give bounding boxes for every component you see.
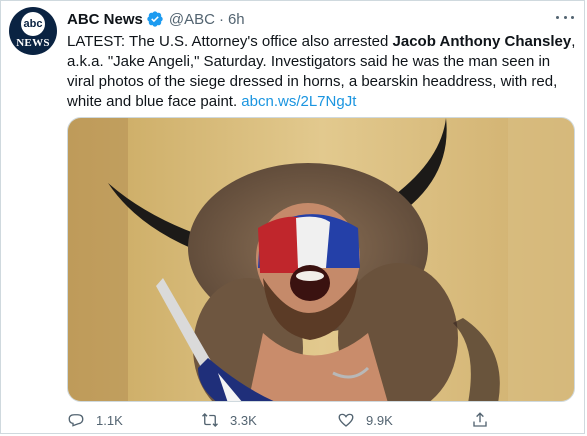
- avatar[interactable]: abc NEWS: [9, 7, 57, 55]
- tweet-text-bold-name: Jacob Anthony Chansley: [392, 33, 572, 50]
- like-button[interactable]: 9.9K: [337, 409, 393, 431]
- tweet-header: ABC News @ABC · 6h: [67, 9, 245, 29]
- reply-button[interactable]: 1.1K: [67, 409, 123, 431]
- verified-badge-icon: [147, 11, 163, 27]
- share-button[interactable]: [471, 409, 500, 431]
- tweet-timestamp[interactable]: 6h: [228, 11, 245, 28]
- reply-count: 1.1K: [96, 412, 123, 428]
- reply-icon: [68, 414, 84, 427]
- retweet-count: 3.3K: [230, 412, 257, 428]
- avatar-logo-bottom: NEWS: [16, 37, 50, 49]
- tweet-text: LATEST: The U.S. Attorney's office also …: [67, 32, 579, 112]
- author-handle[interactable]: @ABC: [169, 11, 215, 28]
- header-separator: ·: [218, 10, 224, 28]
- tweet-photo[interactable]: [67, 117, 575, 402]
- retweet-button[interactable]: 3.3K: [201, 409, 257, 431]
- tweet-actions: 1.1K 3.3K 9.9K: [67, 409, 507, 431]
- tweet-link[interactable]: abcn.ws/2L7NgJt: [241, 93, 356, 110]
- share-icon: [473, 412, 487, 427]
- retweet-icon: [202, 413, 218, 427]
- author-name[interactable]: ABC News: [67, 11, 143, 28]
- like-count: 9.9K: [366, 412, 393, 428]
- photo-image: [68, 118, 574, 401]
- more-options-icon[interactable]: [556, 10, 574, 24]
- heart-icon: [338, 413, 354, 427]
- avatar-logo-top: abc: [21, 12, 45, 36]
- tweet-text-part: LATEST: The U.S. Attorney's office also …: [67, 33, 393, 50]
